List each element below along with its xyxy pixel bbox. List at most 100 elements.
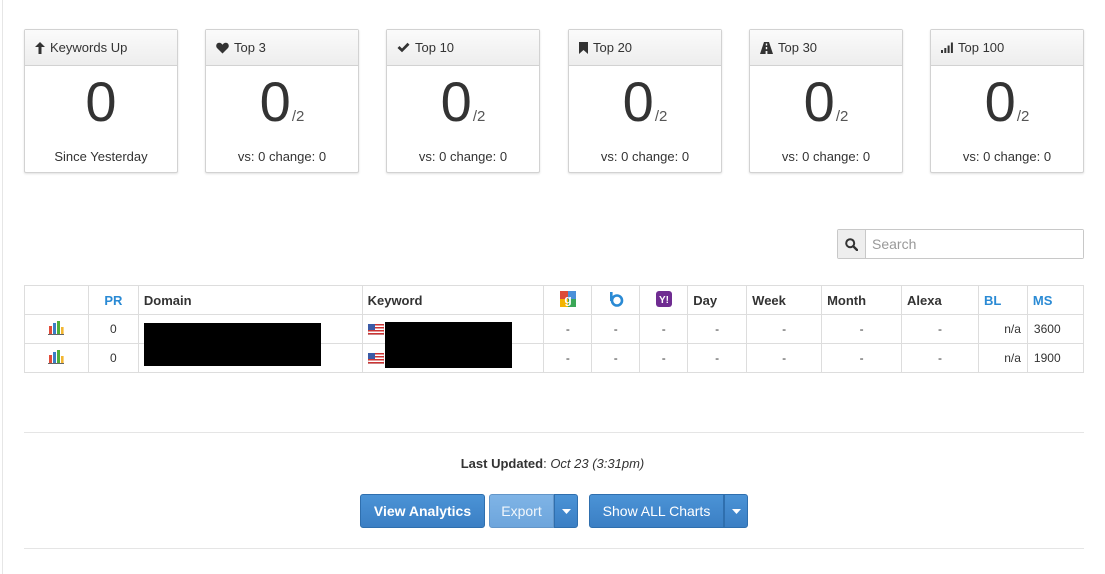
card-value: 0/2 [622, 70, 668, 133]
day-cell: - [687, 314, 748, 344]
divider [24, 432, 1084, 433]
keyword-cell [361, 343, 545, 373]
export-dropdown-toggle[interactable] [554, 494, 578, 528]
card-top-30: Top 30 0/2 vs: 0 change: 0 [749, 29, 903, 173]
header-day[interactable]: Day [687, 285, 748, 315]
bl-cell: n/a [977, 314, 1028, 344]
chart-cell[interactable] [24, 343, 89, 373]
card-header: Keywords Up [25, 30, 177, 66]
search-addon[interactable] [838, 230, 866, 258]
bookmark-icon [579, 41, 588, 54]
view-analytics-button[interactable]: View Analytics [360, 494, 485, 528]
card-footer: vs: 0 change: 0 [237, 149, 327, 164]
bing-rank-cell: - [591, 314, 641, 344]
header-month[interactable]: Month [821, 285, 903, 315]
search-input[interactable] [866, 230, 1083, 258]
card-header: Top 30 [750, 30, 902, 66]
last-updated: Last Updated: Oct 23 (3:31pm) [460, 456, 645, 471]
ms-cell: 3600 [1026, 314, 1085, 344]
domain-cell [137, 343, 363, 373]
arrow-up-icon [35, 41, 45, 54]
bar-chart-icon[interactable] [48, 320, 65, 335]
signal-bars-icon [941, 42, 953, 53]
card-title: Top 3 [234, 40, 266, 55]
pr-cell: 0 [87, 343, 139, 373]
page-left-border [2, 0, 3, 574]
card-header: Top 20 [569, 30, 721, 66]
checkmark-icon [397, 42, 410, 53]
week-cell: - [746, 343, 823, 373]
card-title: Top 30 [778, 40, 818, 55]
header-domain[interactable]: Domain [137, 285, 363, 315]
domain-cell [137, 314, 363, 366]
bar-chart-icon[interactable] [48, 349, 65, 364]
show-all-charts-button[interactable]: Show ALL Charts [589, 494, 724, 528]
us-flag-icon [367, 323, 384, 335]
search-box [837, 229, 1084, 259]
keyword-table: PR Domain Keyword g Y! Day Week Month Al… [24, 285, 1085, 373]
svg-text:g: g [564, 292, 571, 306]
header-pr[interactable]: PR [87, 285, 139, 315]
last-updated-label: Last Updated [460, 456, 544, 471]
card-top-100: Top 100 0/2 vs: 0 change: 0 [930, 29, 1084, 173]
card-footer: Since Yesterday [54, 149, 148, 164]
keyword-cell [361, 314, 545, 368]
card-value: 0/2 [259, 70, 305, 133]
card-footer: vs: 0 change: 0 [781, 149, 871, 164]
card-header: Top 3 [206, 30, 358, 66]
header-week[interactable]: Week [746, 285, 823, 315]
road-icon [760, 41, 773, 54]
table-row: 0 - - - - - - - n/a 3600 [24, 314, 1085, 368]
last-updated-value: Oct 23 (3:31pm) [550, 456, 645, 471]
card-value: 0/2 [440, 70, 486, 133]
google-rank-cell: - [543, 343, 593, 373]
card-title: Keywords Up [50, 40, 128, 55]
card-footer: vs: 0 change: 0 [600, 149, 690, 164]
header-alexa[interactable]: Alexa [901, 285, 979, 315]
show-all-charts-dropdown-toggle[interactable] [724, 494, 748, 528]
divider [24, 548, 1084, 549]
card-value: 0/2 [803, 70, 849, 133]
chart-cell[interactable] [24, 314, 89, 344]
ms-cell: 1900 [1026, 343, 1085, 373]
card-keywords-up: Keywords Up 0 Since Yesterday [24, 29, 178, 173]
table-header-row: PR Domain Keyword g Y! Day Week Month Al… [24, 285, 1085, 315]
card-footer: vs: 0 change: 0 [418, 149, 508, 164]
bing-rank-cell: - [591, 343, 641, 373]
card-header: Top 10 [387, 30, 539, 66]
card-value: 0/2 [984, 70, 1030, 133]
alexa-cell: - [901, 343, 979, 373]
week-cell: - [746, 314, 823, 344]
yahoo-rank-cell: - [639, 314, 689, 344]
header-chart [24, 285, 89, 315]
header-keyword[interactable]: Keyword [361, 285, 545, 315]
card-title: Top 20 [593, 40, 633, 55]
card-top-3: Top 3 0/2 vs: 0 change: 0 [205, 29, 359, 173]
pr-cell: 0 [87, 314, 139, 344]
month-cell: - [821, 343, 903, 373]
day-cell: - [687, 343, 748, 373]
card-title: Top 100 [958, 40, 1005, 55]
google-icon: g [559, 290, 576, 307]
card-header: Top 100 [931, 30, 1083, 66]
us-flag-icon [367, 352, 384, 364]
search-icon [845, 237, 858, 251]
export-button[interactable]: Export [489, 494, 554, 528]
heart-icon [216, 42, 229, 53]
header-bl[interactable]: BL [977, 285, 1028, 315]
caret-down-icon [561, 508, 571, 514]
bing-icon [609, 291, 624, 307]
card-footer: vs: 0 change: 0 [962, 149, 1052, 164]
card-top-10: Top 10 0/2 vs: 0 change: 0 [386, 29, 540, 173]
yahoo-rank-cell: - [639, 343, 689, 373]
google-rank-cell: - [543, 314, 593, 344]
bl-cell: n/a [977, 343, 1028, 373]
header-google[interactable]: g [543, 285, 593, 315]
card-value: 0 [85, 70, 117, 133]
svg-text:Y!: Y! [659, 295, 669, 306]
caret-down-icon [731, 508, 741, 514]
header-ms[interactable]: MS [1026, 285, 1085, 315]
header-yahoo[interactable]: Y! [639, 285, 689, 315]
alexa-cell: - [901, 314, 979, 344]
header-bing[interactable] [591, 285, 641, 315]
